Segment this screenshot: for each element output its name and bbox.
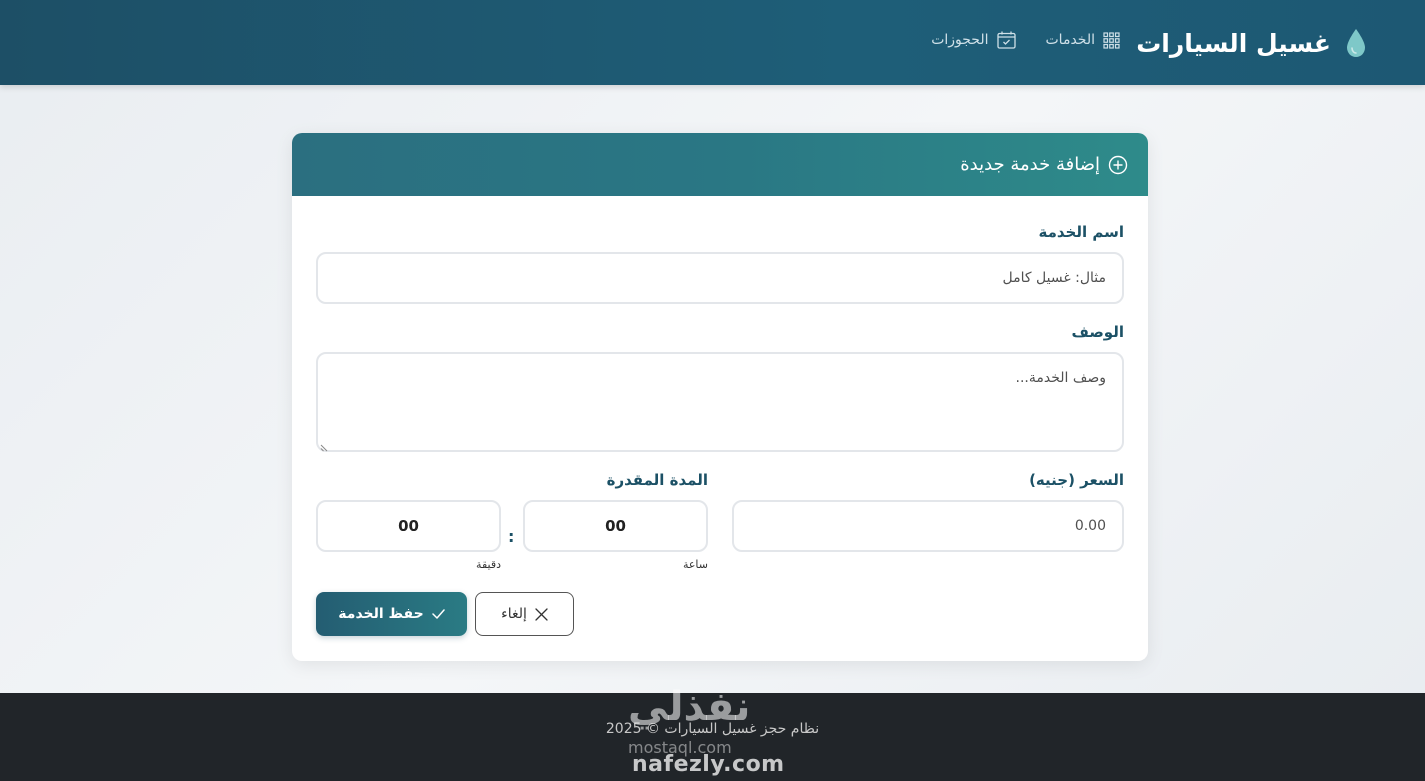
resize-handle-icon[interactable] [320, 440, 328, 452]
save-button-label: حفظ الخدمة [338, 606, 424, 622]
nav-link-label: الخدمات [1045, 32, 1096, 48]
minutes-value: 00 [398, 517, 419, 535]
nav-link-services[interactable]: الخدمات [1045, 31, 1121, 49]
price-input[interactable]: 0.00 [732, 500, 1124, 552]
price-placeholder: 0.00 [1074, 518, 1106, 534]
description-placeholder: وصف الخدمة... [1015, 370, 1107, 386]
nav-link-label: الحجوزات [931, 32, 989, 48]
description-label: الوصف [1071, 323, 1124, 341]
add-service-card: إضافة خدمة جديدة اسم الخدمة مثال: غسيل ك… [292, 133, 1148, 661]
minutes-input[interactable]: 00 [316, 500, 501, 552]
description-textarea[interactable]: وصف الخدمة... [316, 352, 1124, 452]
nav-links: الخدمات الحجوزات [931, 31, 1120, 49]
check-icon [431, 609, 445, 619]
grid-icon [1103, 31, 1120, 49]
service-name-label: اسم الخدمة [1038, 223, 1124, 241]
close-icon [535, 607, 548, 621]
navbar: غسيل السيارات الخدمات الحجوزات [0, 0, 1425, 85]
hours-caption: ساعة [682, 558, 708, 571]
nav-link-bookings[interactable]: الحجوزات [931, 31, 1016, 49]
water-drop-icon [1345, 28, 1367, 58]
duration-label: المدة المقدرة [606, 471, 708, 489]
hours-value: 00 [605, 517, 626, 535]
brand[interactable]: غسيل السيارات [1136, 24, 1367, 62]
card-header: إضافة خدمة جديدة [292, 133, 1148, 196]
calendar-check-icon [996, 31, 1016, 49]
service-name-placeholder: مثال: غسيل كامل [1002, 270, 1106, 286]
time-separator: : [508, 527, 515, 546]
price-label: السعر (جنيه) [1029, 471, 1124, 489]
card-title: إضافة خدمة جديدة [960, 154, 1100, 175]
hours-input[interactable]: 00 [523, 500, 708, 552]
footer-copyright: نظام حجز غسيل السيارات © 2025 [605, 721, 820, 737]
service-name-input[interactable]: مثال: غسيل كامل [316, 252, 1124, 304]
cancel-button[interactable]: إلغاء [475, 592, 574, 636]
minutes-caption: دقيقة [476, 558, 501, 571]
footer: نظام حجز غسيل السيارات © 2025 [0, 693, 1425, 781]
brand-title: غسيل السيارات [1136, 28, 1331, 58]
cancel-button-label: إلغاء [501, 606, 527, 622]
save-button[interactable]: حفظ الخدمة [316, 592, 467, 636]
plus-circle-icon [1108, 155, 1128, 175]
